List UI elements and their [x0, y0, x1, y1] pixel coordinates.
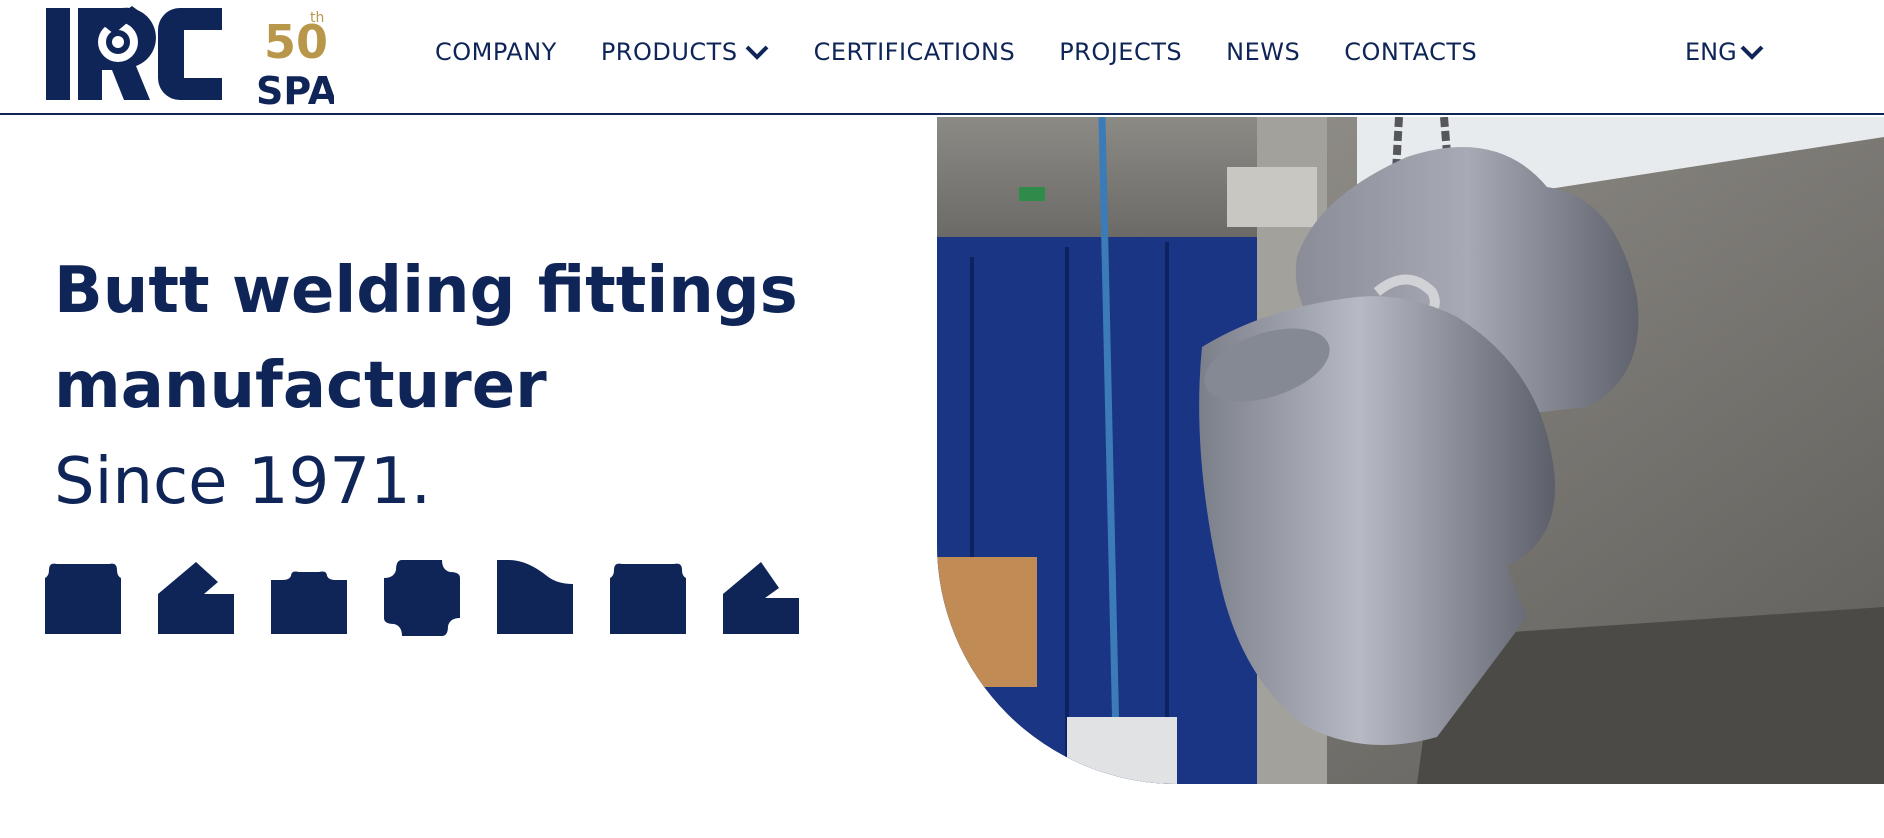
nav-contacts[interactable]: CONTACTS	[1344, 38, 1477, 66]
nav-certifications[interactable]: CERTIFICATIONS	[814, 38, 1016, 66]
nav-news[interactable]: NEWS	[1226, 38, 1300, 66]
hero-subtitle: Since 1971.	[54, 445, 432, 519]
nav-label: COMPANY	[435, 38, 557, 66]
reducer-icon[interactable]	[271, 560, 347, 636]
hero-title-line1: Butt welding fittings	[54, 254, 798, 328]
chevron-down-icon	[1740, 45, 1764, 60]
eccentric-reducer-icon[interactable]	[497, 560, 573, 636]
nav-projects[interactable]: PROJECTS	[1059, 38, 1182, 66]
hero-text: Butt welding fittings manufacturer Since…	[54, 244, 854, 530]
svg-text:SPA: SPA	[256, 69, 334, 108]
header-navbar: 50 th SPA COMPANY PRODUCTS CERTIFICATION…	[0, 0, 1884, 115]
product-icons-row	[45, 560, 799, 636]
svg-text:th: th	[310, 10, 324, 26]
hero-title-line2: manufacturer	[54, 349, 547, 423]
nav-label: CERTIFICATIONS	[813, 38, 1016, 66]
tee-icon[interactable]	[610, 560, 686, 636]
nav-label: NEWS	[1226, 38, 1301, 66]
hero-image	[937, 117, 1884, 784]
nav-label: PRODUCTS	[600, 38, 738, 66]
language-label: ENG	[1685, 38, 1737, 66]
cap-icon[interactable]	[45, 560, 121, 636]
chevron-down-icon	[745, 45, 768, 60]
elbow-45-icon[interactable]	[723, 560, 799, 636]
main-nav: COMPANY PRODUCTS CERTIFICATIONS PROJECTS…	[435, 38, 1477, 66]
elbow-icon[interactable]	[158, 560, 234, 636]
cross-icon[interactable]	[384, 560, 460, 636]
nav-company[interactable]: COMPANY	[435, 38, 557, 66]
hero-title: Butt welding fittings manufacturer	[54, 244, 854, 434]
irc-spa-logo[interactable]: 50 th SPA	[44, 4, 334, 108]
language-selector[interactable]: ENG	[1685, 38, 1765, 66]
nav-label: PROJECTS	[1059, 38, 1183, 66]
nav-products[interactable]: PRODUCTS	[601, 38, 770, 66]
hanging-steel-tee-fittings-photo	[937, 117, 1884, 784]
nav-label: CONTACTS	[1344, 38, 1478, 66]
